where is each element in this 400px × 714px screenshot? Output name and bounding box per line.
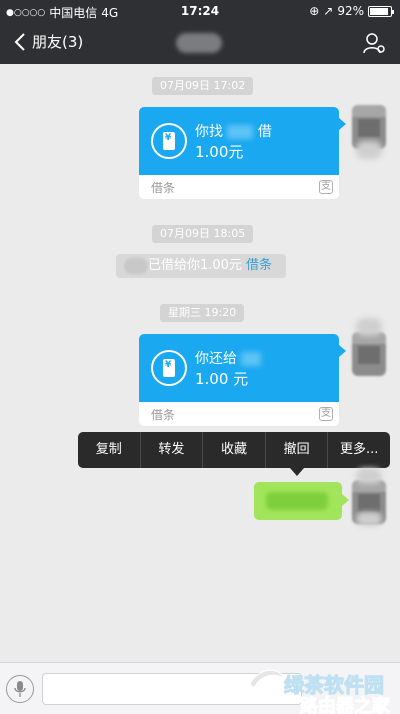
loan-card-title-text: 你找 [195, 124, 223, 140]
location-icon: ↗ [323, 4, 334, 18]
loan-note-link[interactable]: 借条 [246, 258, 272, 273]
redacted-message [266, 492, 328, 510]
avatar-blur [356, 318, 382, 336]
text-message-bubble[interactable] [254, 482, 342, 520]
bubble-tail [342, 494, 349, 506]
redacted-name [227, 125, 254, 139]
watermark-logo: 绿茶软件园 路由器之家 [249, 669, 391, 714]
bubble-tail [339, 118, 346, 130]
watermark-line1: 绿茶软件园 [284, 673, 384, 697]
alipay-icon: 支 [319, 407, 333, 421]
chat-info-button[interactable] [362, 31, 386, 55]
message-timestamp: 07月09日 17:02 [152, 77, 254, 95]
back-button[interactable]: 朋友(3) [14, 31, 83, 52]
repay-card-title: 你还给 [195, 348, 262, 368]
chat-title-redacted [176, 33, 222, 53]
avatar[interactable] [352, 332, 386, 376]
menu-recall[interactable]: 撤回 [266, 432, 329, 468]
menu-forward[interactable]: 转发 [141, 432, 204, 468]
redacted-name [241, 352, 262, 366]
avatar-blur [356, 141, 382, 159]
repay-card[interactable]: 你还给 1.00 元 借条 支 [139, 334, 339, 426]
message-timestamp: 星期三 19:20 [160, 304, 245, 322]
menu-favorite[interactable]: 收藏 [203, 432, 266, 468]
alipay-icon: 支 [319, 180, 333, 194]
status-bar: ●○○○○ 中国电信 4G 17:24 ⊕ ↗ 92% [0, 0, 400, 22]
menu-copy[interactable]: 复制 [78, 432, 141, 468]
repay-card-header: 你还给 1.00 元 [139, 334, 339, 402]
microphone-icon [14, 681, 26, 697]
avatar-blur [356, 468, 382, 484]
battery-percent: 92% [337, 4, 364, 18]
context-menu-arrow [290, 468, 304, 476]
repay-card-amount: 1.00 元 [195, 370, 249, 388]
battery-fill [370, 7, 389, 15]
repay-card-title-text: 你还给 [195, 351, 237, 367]
loan-note-icon [151, 350, 187, 386]
repay-card-footer: 借条 [151, 408, 176, 422]
watermark-line2: 路由器之家 [300, 695, 391, 714]
status-right: ⊕ ↗ 92% [309, 4, 394, 18]
message-timestamp: 07月09日 18:05 [152, 225, 254, 243]
context-menu: 复制 转发 收藏 撤回 更多... [78, 432, 390, 468]
loan-card-title-suffix: 借 [257, 124, 272, 140]
avatar-blur [356, 512, 382, 526]
menu-more[interactable]: 更多... [328, 432, 390, 468]
voice-button[interactable] [6, 675, 34, 703]
chat-header: 朋友(3) [0, 22, 400, 64]
redacted-name [124, 258, 148, 274]
system-message: 已借给你1.00元 借条 [116, 254, 286, 278]
loan-card-amount: 1.00元 [195, 143, 244, 161]
battery-icon [368, 5, 394, 17]
chevron-left-icon [14, 32, 25, 51]
loan-note-icon [151, 123, 187, 159]
loan-card[interactable]: 你找 借 1.00元 借条 支 [139, 107, 339, 199]
loan-card-header: 你找 借 1.00元 [139, 107, 339, 175]
loan-card-footer: 借条 [151, 181, 176, 195]
loan-card-title: 你找 借 [195, 121, 272, 141]
alarm-icon: ⊕ [309, 4, 320, 18]
back-label: 朋友(3) [32, 33, 84, 51]
system-message-text: 已借给你1.00元 [148, 258, 242, 273]
bubble-tail [339, 345, 346, 357]
